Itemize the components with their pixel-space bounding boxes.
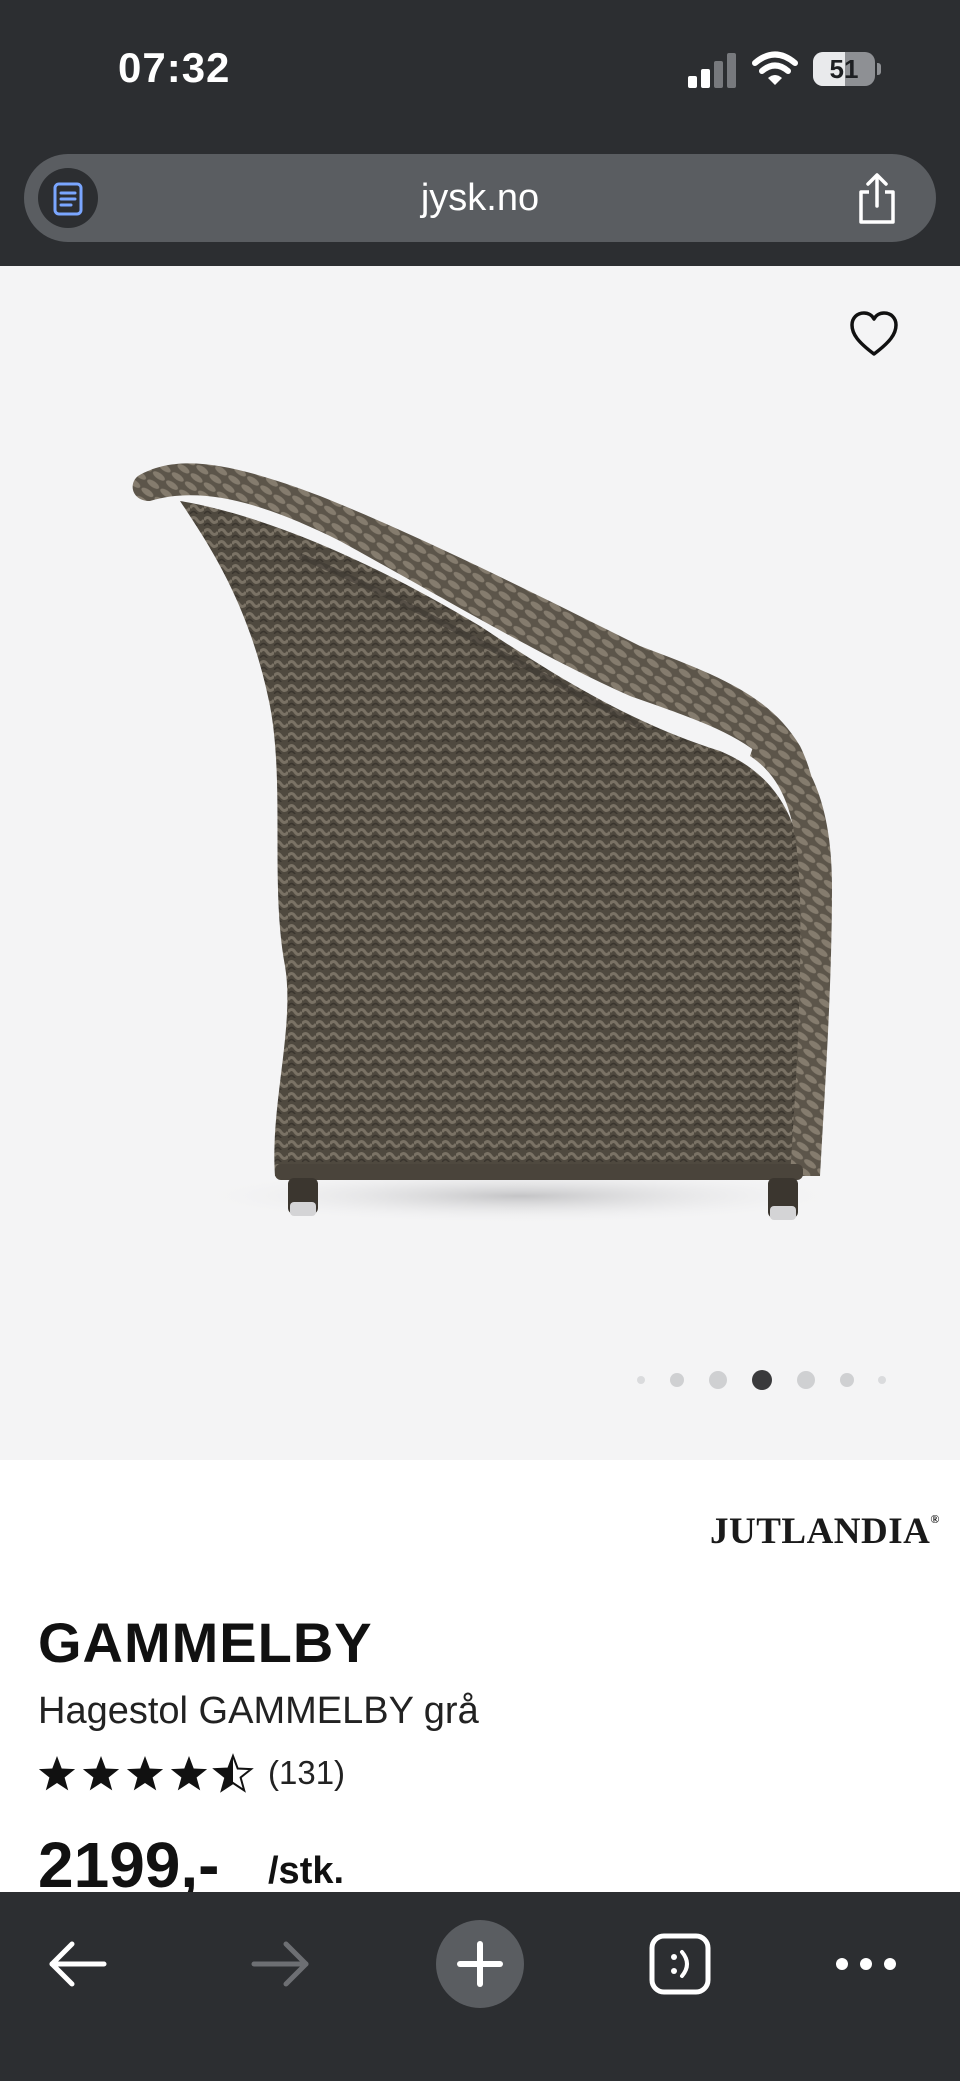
star-icon — [170, 1756, 208, 1791]
price-unit: /stk. — [268, 1850, 345, 1892]
forward-icon — [251, 1941, 309, 1987]
share-button[interactable] — [852, 172, 902, 226]
status-bar: 07:32 51 — [0, 0, 960, 140]
pagination-dot[interactable] — [637, 1376, 645, 1384]
more-button[interactable] — [816, 1912, 916, 2012]
more-icon — [836, 1958, 896, 1970]
pagination-dot[interactable] — [840, 1373, 854, 1387]
pagination-dot[interactable] — [797, 1371, 815, 1389]
brand-logo: JUTLANDIA® — [710, 1511, 940, 1552]
rating-count[interactable]: (131) — [268, 1754, 345, 1792]
tabs-icon — [649, 1933, 711, 1995]
reader-icon — [53, 182, 83, 216]
back-button[interactable] — [28, 1912, 128, 2012]
tabs-button[interactable] — [630, 1912, 730, 2012]
forward-button[interactable] — [230, 1912, 330, 2012]
pagination-dot[interactable] — [878, 1376, 886, 1384]
back-icon — [49, 1941, 107, 1987]
heart-icon — [850, 311, 898, 356]
page-content: JUTLANDIA® GAMMELBY Hagestol GAMMELBY gr… — [0, 266, 960, 1892]
reader-button[interactable] — [38, 168, 98, 228]
pagination-dot[interactable] — [670, 1373, 684, 1387]
star-icon — [212, 1753, 254, 1793]
rating-stars — [38, 1753, 254, 1793]
product-subtitle: Hagestol GAMMELBY grå — [38, 1690, 479, 1732]
product-price: 2199,- — [38, 1829, 220, 1892]
star-icon — [126, 1756, 164, 1791]
pagination-dot[interactable] — [709, 1371, 727, 1389]
browser-toolbar — [0, 1892, 960, 2081]
share-icon — [859, 173, 895, 224]
product-gallery[interactable] — [0, 266, 960, 1460]
new-tab-button[interactable] — [430, 1912, 530, 2012]
pagination-dot-active[interactable] — [752, 1370, 772, 1390]
new-tab-icon — [436, 1920, 524, 2008]
product-image[interactable] — [120, 406, 840, 1336]
battery-level: 51 — [829, 54, 859, 84]
status-time: 07:32 — [118, 44, 231, 91]
gallery-pagination[interactable] — [0, 1365, 960, 1395]
favorite-button[interactable] — [848, 310, 900, 358]
wifi-icon — [752, 50, 798, 88]
signal-icon — [688, 50, 738, 88]
url-text[interactable]: jysk.no — [24, 154, 936, 242]
star-icon — [82, 1756, 120, 1791]
address-bar[interactable]: jysk.no — [24, 154, 936, 242]
product-name: GAMMELBY — [38, 1611, 373, 1674]
battery-icon: 51 — [813, 52, 881, 86]
star-icon — [38, 1756, 76, 1791]
